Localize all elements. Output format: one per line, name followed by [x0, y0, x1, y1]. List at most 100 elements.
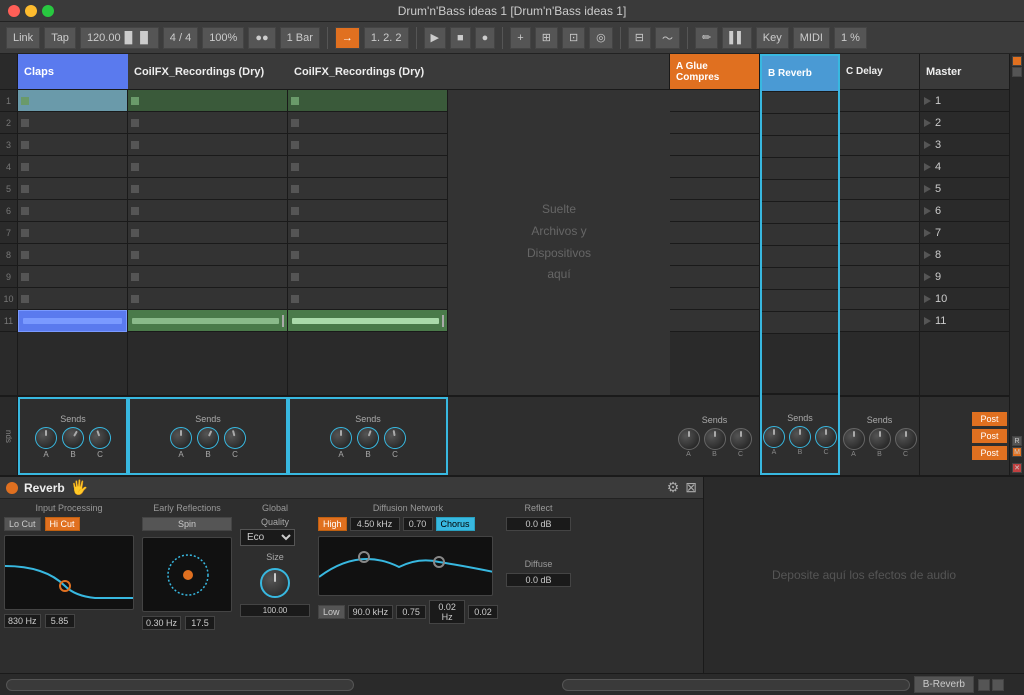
- overdub-button[interactable]: →: [335, 27, 360, 49]
- scene-2[interactable]: 2: [920, 112, 1009, 134]
- return-c-clip-8[interactable]: [840, 244, 919, 266]
- input-freq-high[interactable]: 5.85: [45, 614, 75, 628]
- draw-button[interactable]: ✏: [695, 27, 718, 49]
- session-view-button[interactable]: ⊟: [628, 27, 651, 49]
- clip-coil1-4[interactable]: [128, 156, 287, 178]
- side-btn-3[interactable]: R: [1012, 436, 1022, 446]
- return-a-clip-1[interactable]: [670, 90, 759, 112]
- post-button-2[interactable]: Post: [972, 429, 1007, 443]
- link-button[interactable]: Link: [6, 27, 40, 49]
- plugin-power-dot[interactable]: [6, 482, 18, 494]
- h-scrollbar-right[interactable]: [562, 679, 910, 691]
- return-a-clip-10[interactable]: [670, 288, 759, 310]
- h-scrollbar-left[interactable]: [6, 679, 354, 691]
- return-b-clip-4[interactable]: [762, 158, 838, 180]
- send-knob-C-claps[interactable]: [86, 423, 114, 451]
- input-freq-low[interactable]: 830 Hz: [4, 614, 41, 628]
- time-sig[interactable]: 4 / 4: [163, 27, 198, 49]
- clip-coil2-7[interactable]: [288, 222, 447, 244]
- return-c-clip-6[interactable]: [840, 200, 919, 222]
- return-c-clip-10[interactable]: [840, 288, 919, 310]
- diff-high-val[interactable]: 0.70: [403, 517, 433, 531]
- stop-button[interactable]: ■: [450, 27, 471, 49]
- master-header[interactable]: Master: [920, 54, 1009, 90]
- return-b-clip-10[interactable]: [762, 290, 838, 312]
- clip-claps-8[interactable]: [18, 244, 127, 266]
- clip-coil2-9[interactable]: [288, 266, 447, 288]
- clip-coil2-10[interactable]: [288, 288, 447, 310]
- diff-low-val[interactable]: 0.75: [396, 605, 426, 619]
- return-b-clip-9[interactable]: [762, 268, 838, 290]
- bpm-display[interactable]: 120.00 ▐▌▐▌: [80, 27, 159, 49]
- clip-claps-3[interactable]: [18, 134, 127, 156]
- track-header-coil2[interactable]: CoilFX_Recordings (Dry): [288, 54, 448, 90]
- clip-claps-4[interactable]: [18, 156, 127, 178]
- send-B-knob-C[interactable]: [815, 426, 837, 448]
- send-knob-A-claps[interactable]: [35, 427, 57, 449]
- send-B-knob-A[interactable]: [763, 426, 785, 448]
- return-b-clip-8[interactable]: [762, 246, 838, 268]
- clip-coil2-5[interactable]: [288, 178, 447, 200]
- chorus-button[interactable]: Chorus: [436, 517, 475, 531]
- scene-3[interactable]: 3: [920, 134, 1009, 156]
- side-btn-1[interactable]: [1012, 56, 1022, 66]
- loop-button[interactable]: ⊞: [535, 27, 558, 49]
- return-c-clip-7[interactable]: [840, 222, 919, 244]
- side-btn-2[interactable]: [1012, 67, 1022, 77]
- return-a-clip-5[interactable]: [670, 178, 759, 200]
- diff-hz-label[interactable]: 0.02 Hz: [429, 600, 465, 624]
- clip-coil1-10[interactable]: [128, 288, 287, 310]
- return-a-clip-2[interactable]: [670, 112, 759, 134]
- send-knob-A-coil1[interactable]: [170, 427, 192, 449]
- size-value[interactable]: 100.00: [240, 604, 310, 617]
- return-a-clip-3[interactable]: [670, 134, 759, 156]
- hi-cut-button[interactable]: Hi Cut: [45, 517, 80, 531]
- clip-coil2-4[interactable]: [288, 156, 447, 178]
- plugin-close-icon[interactable]: ⊠: [685, 479, 697, 496]
- plugin-settings-icon[interactable]: ⚙: [667, 479, 680, 496]
- badge-btn-2[interactable]: [992, 679, 1004, 691]
- diff-low-freq[interactable]: 90.0 kHz: [348, 605, 394, 619]
- minimize-button[interactable]: [25, 5, 37, 17]
- return-a-header[interactable]: A Glue Compres: [670, 54, 759, 90]
- return-a-clip-11[interactable]: [670, 310, 759, 332]
- side-btn-4[interactable]: M: [1012, 447, 1022, 457]
- scene-10[interactable]: 10: [920, 288, 1009, 310]
- send-knob-B-coil2[interactable]: [354, 423, 382, 451]
- return-c-clip-3[interactable]: [840, 134, 919, 156]
- scene-7[interactable]: 7: [920, 222, 1009, 244]
- clip-claps-6[interactable]: [18, 200, 127, 222]
- clip-coil1-3[interactable]: [128, 134, 287, 156]
- return-c-clip-5[interactable]: [840, 178, 919, 200]
- clip-claps-9[interactable]: [18, 266, 127, 288]
- return-b-header[interactable]: B Reverb: [762, 56, 838, 92]
- send-C-knob-A[interactable]: [843, 428, 865, 450]
- clip-coil1-5[interactable]: [128, 178, 287, 200]
- return-c-clip-1[interactable]: [840, 90, 919, 112]
- return-a-clip-8[interactable]: [670, 244, 759, 266]
- arrangement-view-button[interactable]: 〜: [655, 27, 680, 49]
- return-c-clip-9[interactable]: [840, 266, 919, 288]
- send-knob-A-coil2[interactable]: [330, 427, 352, 449]
- clip-coil1-8[interactable]: [128, 244, 287, 266]
- return-a-clip-7[interactable]: [670, 222, 759, 244]
- clip-coil2-8[interactable]: [288, 244, 447, 266]
- clip-claps-2[interactable]: [18, 112, 127, 134]
- scene-11[interactable]: 11: [920, 310, 1009, 332]
- send-C-knob-B[interactable]: [869, 428, 891, 450]
- diff-low-button[interactable]: Low: [318, 605, 345, 619]
- b-reverb-badge[interactable]: B-Reverb: [914, 676, 974, 693]
- tap-button[interactable]: Tap: [44, 27, 76, 49]
- return-c-header[interactable]: C Delay: [840, 54, 919, 90]
- return-c-clip-2[interactable]: [840, 112, 919, 134]
- clip-coil2-1[interactable]: [288, 90, 447, 112]
- return-b-clip-6[interactable]: [762, 202, 838, 224]
- diff-high-button[interactable]: High: [318, 517, 347, 531]
- maximize-button[interactable]: [42, 5, 54, 17]
- metronome-button[interactable]: ◎: [589, 27, 613, 49]
- clip-coil2-3[interactable]: [288, 134, 447, 156]
- clip-claps-1[interactable]: [18, 90, 127, 112]
- position-display[interactable]: 1. 2. 2: [364, 27, 409, 49]
- side-btn-5[interactable]: ✕: [1012, 463, 1022, 473]
- return-b-clip-2[interactable]: [762, 114, 838, 136]
